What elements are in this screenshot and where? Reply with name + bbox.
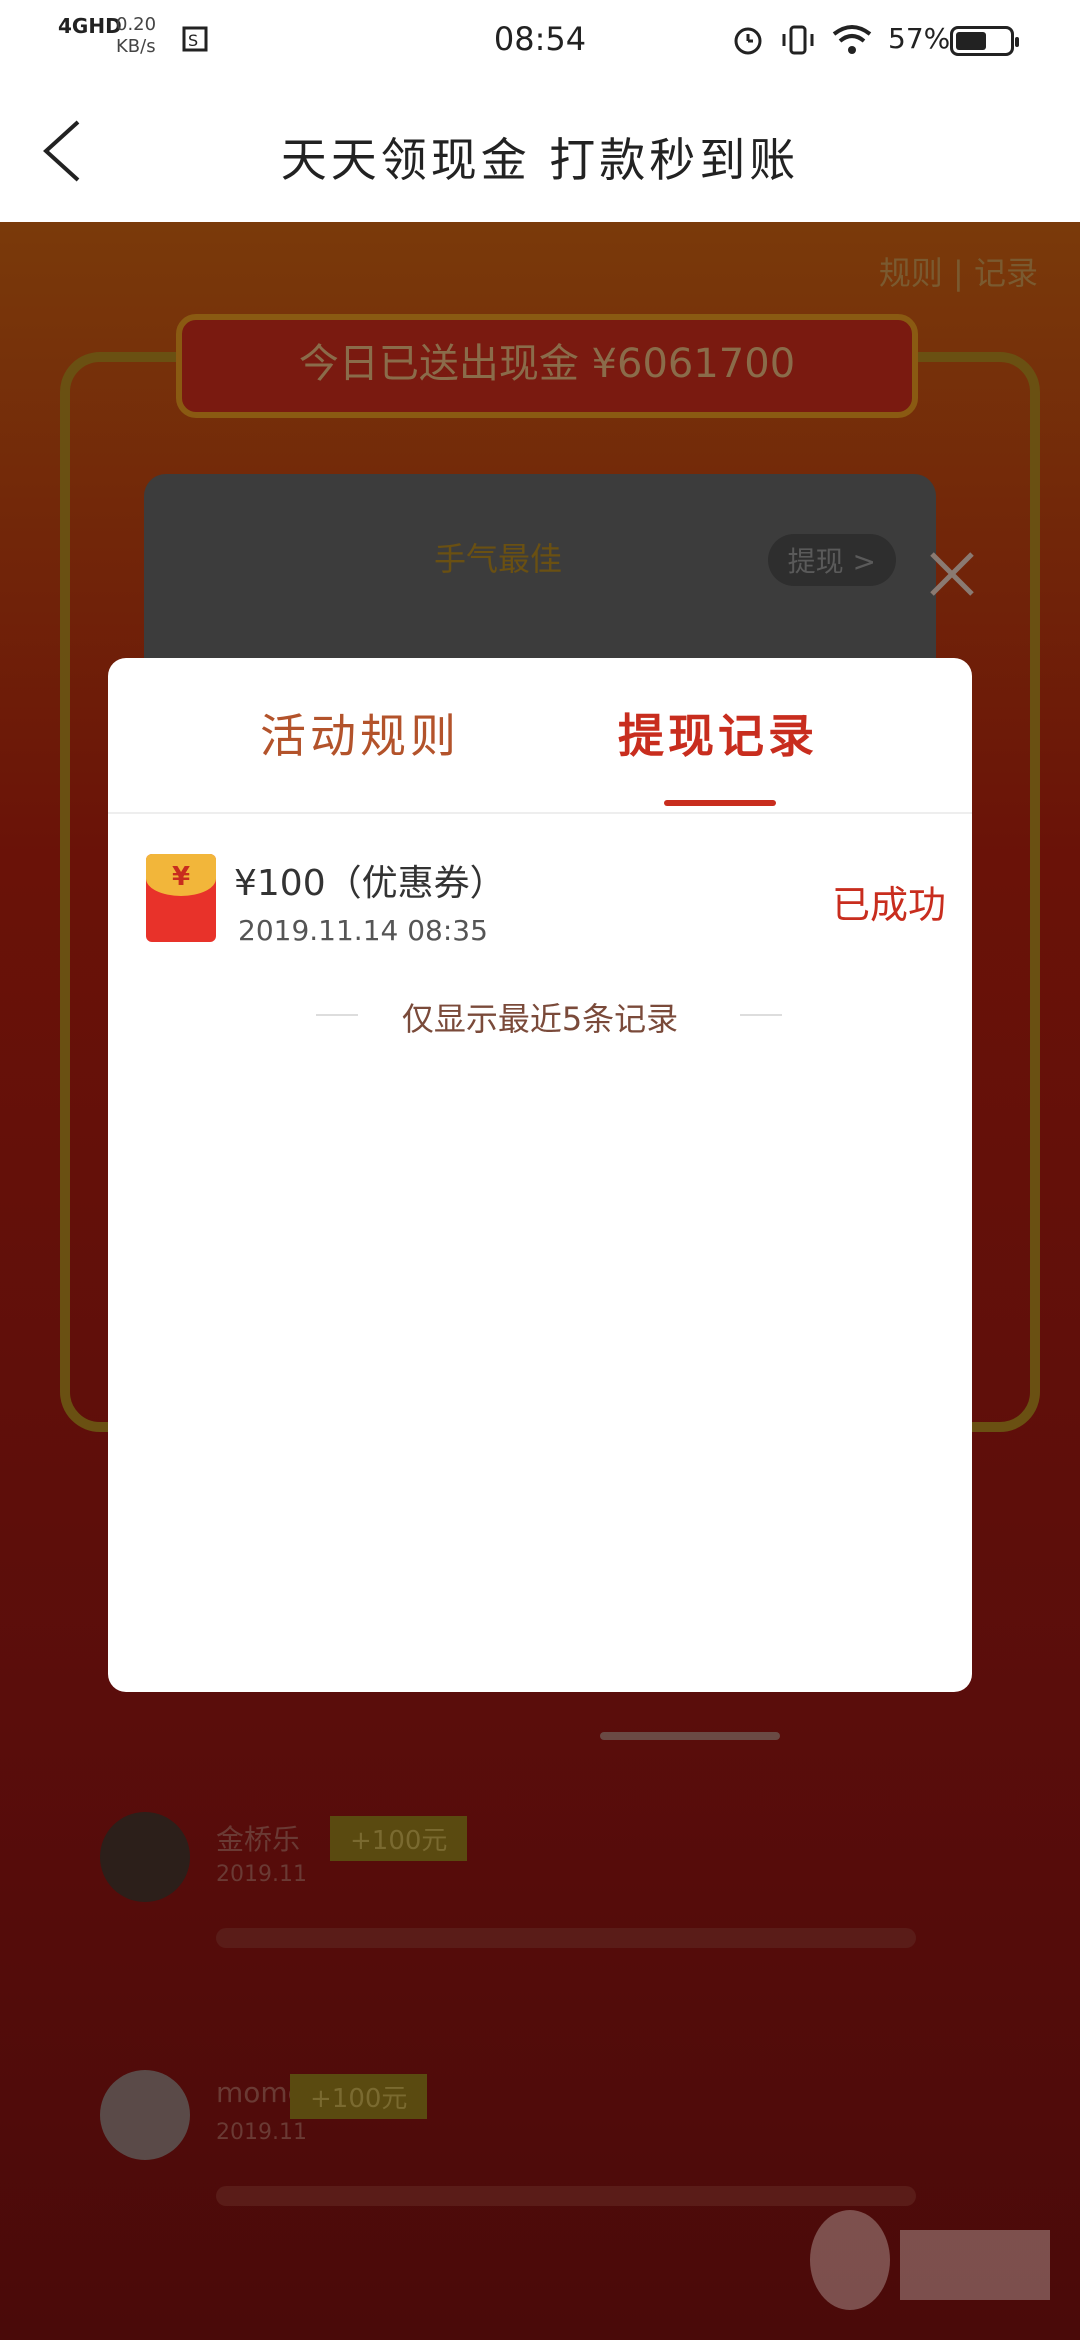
rules-records-links[interactable]: 规则 | 记录: [879, 248, 1038, 294]
wifi-icon: [830, 22, 874, 66]
withdraw-records-modal: 活动规则 提现记录 ¥ ¥100（优惠券） 2019.11.14 08:35 已…: [108, 658, 972, 1692]
battery-fill: [956, 32, 986, 50]
record-status: 已成功: [831, 883, 946, 927]
record-row: ¥ ¥100（优惠券） 2019.11.14 08:35 已成功: [146, 854, 946, 964]
feed-date: 2019.11: [216, 2120, 307, 2145]
vibrate-icon: [780, 22, 816, 66]
watermark-logo: [800, 2190, 1060, 2320]
alarm-icon: [730, 22, 766, 66]
feed-tag: +100元: [330, 1816, 468, 1861]
feed-tag: +100元: [290, 2074, 428, 2119]
active-tab-indicator: [664, 800, 776, 806]
records-note-text: 仅显示最近5条记录: [401, 1000, 679, 1038]
record-time: 2019.11.14 08:35: [238, 914, 488, 947]
cash-sent-banner: 今日已送出现金 ¥6061700: [176, 314, 918, 418]
tab-withdraw-records[interactable]: 提现记录: [618, 700, 818, 766]
avatar: [100, 2070, 190, 2160]
records-note: 仅显示最近5条记录: [108, 994, 972, 1038]
list-divider: [600, 1732, 780, 1740]
feed-name: 金桥乐: [216, 1823, 301, 1856]
record-amount: ¥100（优惠券）: [234, 863, 506, 904]
modal-tabs: 活动规则 提现记录: [108, 658, 972, 814]
yen-icon: ¥: [171, 862, 191, 892]
battery-percent: 57%: [888, 22, 951, 55]
avatar: [100, 1812, 190, 1902]
feed-item: 金桥乐 +100元 2019.11: [100, 1812, 960, 2012]
feed-date: 2019.11: [216, 1862, 307, 1887]
note-dash-right: [740, 1014, 782, 1016]
nav-header: 天天领现金 打款秒到账: [0, 82, 1080, 223]
page-title: 天天领现金 打款秒到账: [280, 133, 800, 187]
withdraw-button[interactable]: 提现 >: [767, 534, 896, 586]
close-icon[interactable]: [922, 544, 982, 604]
red-envelope-icon: ¥: [146, 854, 216, 942]
status-bar: 4GHD 0.20 KB/s S 08:54 57%: [0, 0, 1080, 82]
feed-text-line: [216, 1928, 916, 1948]
tab-activity-rules[interactable]: 活动规则: [260, 700, 460, 766]
battery-icon: [950, 26, 1019, 56]
crown-label: 手气最佳: [434, 540, 563, 578]
